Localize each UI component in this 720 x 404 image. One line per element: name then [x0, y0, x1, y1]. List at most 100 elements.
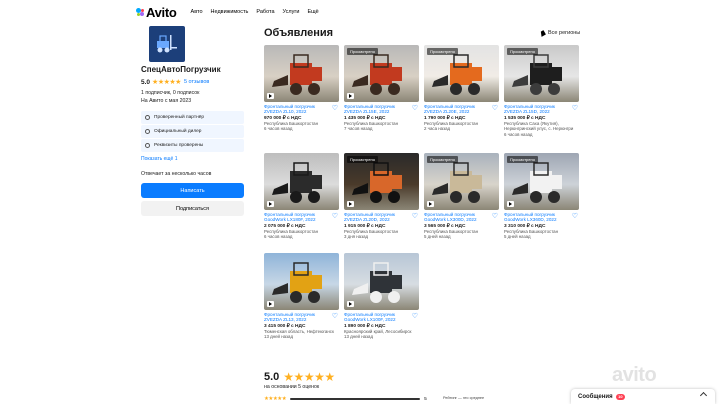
seller-badges: Проверенный партнёр Официальный дилер Ре…: [141, 111, 244, 152]
listing-card[interactable]: Просмотрено ♡ Фронтальный погрузчик GoodWo…: [504, 153, 579, 240]
listing-title[interactable]: Фронтальный погрузчик ZVEZDA ZL15D, 2022: [504, 104, 570, 115]
watermark-text: avito: [612, 364, 657, 386]
listing-card[interactable]: ♡ Фронтальный погрузчик ZVEZDA ZL13, 2022…: [264, 253, 339, 340]
rating-summary: 5.0 ★★★★★: [264, 370, 335, 384]
loader-image: [272, 262, 322, 303]
listing-photo[interactable]: Просмотрено: [504, 45, 579, 102]
reviews-link[interactable]: 5 отзывов: [184, 79, 209, 85]
nav-item-realty[interactable]: Недвижимость: [211, 9, 249, 15]
listing-title[interactable]: Фронтальный погрузчик ZVEZDA ZL20D, 2022: [344, 212, 410, 223]
favorite-heart-icon[interactable]: ♡: [332, 104, 338, 112]
listing-photo[interactable]: Просмотрено: [344, 153, 419, 210]
loader-image: [272, 54, 322, 95]
nav-item-auto[interactable]: Авто: [191, 9, 203, 15]
listing-photo[interactable]: Просмотрено: [504, 153, 579, 210]
listing-photo[interactable]: [264, 153, 339, 210]
location-arrow-icon: [539, 29, 546, 37]
loader-image: [352, 262, 402, 303]
listing-card[interactable]: Просмотрено ♡ Фронтальный погрузчик GoodWo…: [424, 153, 499, 240]
video-icon: [507, 201, 514, 207]
listing-photo[interactable]: [344, 253, 419, 310]
listing-card[interactable]: Просмотрено ♡ Фронтальный погрузчик ZVEZDA…: [504, 45, 579, 137]
listing-title[interactable]: Фронтальный погрузчик ZVEZDA ZL13, 2022: [264, 312, 330, 323]
video-icon: [347, 201, 354, 207]
viewed-badge: Просмотрено: [347, 48, 378, 55]
listing-time: 6 часов назад: [264, 234, 293, 240]
favorite-heart-icon[interactable]: ♡: [412, 104, 418, 112]
listing-title[interactable]: Фронтальный погрузчик ZVEZDA ZL15E, 2022: [344, 104, 410, 115]
badge-requisites-verified[interactable]: Реквизиты проверены: [141, 139, 244, 152]
avito-logo-text: Avito: [146, 4, 177, 20]
listing-title[interactable]: Фронтальный погрузчик GoodWork LX180F, 2…: [264, 212, 330, 223]
regions-label: Все регионы: [548, 30, 581, 36]
response-time: Отвечает за несколько часов: [141, 171, 212, 177]
write-button[interactable]: Написать: [141, 183, 244, 198]
check-icon: [145, 143, 150, 148]
seller-name: СпецАвтоПогрузчик: [141, 65, 221, 74]
listing-time: 5 дней назад: [424, 234, 451, 240]
favorite-heart-icon[interactable]: ♡: [572, 104, 578, 112]
page-title: Объявления: [264, 27, 334, 39]
listing-time: 13 дней назад: [264, 334, 294, 340]
seller-followers: 1 подписчик, 0 подписок: [141, 90, 200, 96]
check-icon: [145, 129, 150, 134]
listing-title[interactable]: Фронтальный погрузчик GoodWork LX100F, 2…: [344, 312, 410, 323]
badge-verified-partner[interactable]: Проверенный партнёр: [141, 111, 244, 124]
favorite-heart-icon[interactable]: ♡: [332, 312, 338, 320]
messages-count-badge: 10: [615, 393, 626, 400]
listing-photo[interactable]: [264, 253, 339, 310]
listing-card[interactable]: ♡ Фронтальный погрузчик ZVEZDA ZL10, 2022…: [264, 45, 339, 132]
badge-label: Официальный дилер: [154, 129, 202, 134]
nav-item-more[interactable]: Ещё: [307, 9, 318, 15]
video-icon: [427, 201, 434, 207]
favorite-heart-icon[interactable]: ♡: [492, 104, 498, 112]
favorite-heart-icon[interactable]: ♡: [492, 212, 498, 220]
favorite-heart-icon[interactable]: ♡: [412, 312, 418, 320]
messages-bar[interactable]: Сообщения 10: [571, 389, 715, 404]
viewed-badge: Просмотрено: [507, 156, 538, 163]
listing-photo[interactable]: Просмотрено: [344, 45, 419, 102]
seller-avatar[interactable]: [149, 26, 185, 62]
listing-card[interactable]: ♡ Фронтальный погрузчик GoodWork LX180F, …: [264, 153, 339, 240]
rating-stars-icon: ★★★★★: [152, 79, 181, 86]
seller-panel: СпецАвтоПогрузчик 5.0 ★★★★★ 5 отзывов 1 …: [141, 26, 244, 216]
listing-title[interactable]: Фронтальный погрузчик ZVEZDA ZL10, 2022: [264, 104, 330, 115]
rating-note: Рейтинг — это среднее: [443, 396, 485, 400]
nav-item-services[interactable]: Услуги: [283, 9, 300, 15]
loader-image: [272, 162, 322, 203]
favorite-heart-icon[interactable]: ♡: [332, 212, 338, 220]
seller-rating: 5.0 ★★★★★ 5 отзывов: [141, 78, 244, 87]
listing-title[interactable]: Фронтальный погрузчик ZVEZDA ZL20E, 2022: [424, 104, 490, 115]
avito-logo-icon: [136, 7, 145, 17]
badge-label: Проверенный партнёр: [154, 115, 205, 120]
listing-photo[interactable]: Просмотрено: [424, 153, 499, 210]
listing-photo[interactable]: Просмотрено: [424, 45, 499, 102]
listing-photo[interactable]: [264, 45, 339, 102]
regions-filter[interactable]: Все регионы: [539, 29, 581, 37]
listing-location: Республика Саха (Якутия), Нерюнгринский …: [504, 120, 574, 132]
forklift-logo-icon: [157, 35, 177, 53]
listing-time: 2 часа назад: [424, 126, 451, 132]
listing-title[interactable]: Фронтальный погрузчик GoodWork LX360D, 2…: [504, 212, 570, 223]
show-more-link[interactable]: Показать ещё 1: [141, 156, 244, 162]
subscribe-button[interactable]: Подписаться: [141, 201, 244, 216]
listing-time: 6 часов назад: [504, 131, 533, 137]
rating-bar-row: ★★★★★ 5: [264, 396, 427, 402]
listing-card[interactable]: Просмотрено ♡ Фронтальный погрузчик ZVEZDA…: [424, 45, 499, 132]
listing-time: 6 часов назад: [264, 126, 293, 132]
listing-title[interactable]: Фронтальный погрузчик GoodWork LX300D, 2…: [424, 212, 490, 223]
video-icon: [267, 301, 274, 307]
favorite-heart-icon[interactable]: ♡: [572, 212, 578, 220]
viewed-badge: Просмотрено: [347, 156, 378, 163]
rating-summary-stars-icon: ★★★★★: [283, 370, 335, 384]
avito-logo[interactable]: Avito: [136, 5, 177, 20]
listing-card[interactable]: Просмотрено ♡ Фронтальный погрузчик ZVEZDA…: [344, 153, 419, 240]
listing-card[interactable]: ♡ Фронтальный погрузчик GoodWork LX100F, …: [344, 253, 419, 340]
top-navigation: Avito Авто Недвижимость Работа Услуги Ещ…: [136, 5, 319, 20]
favorite-heart-icon[interactable]: ♡: [412, 212, 418, 220]
nav-item-jobs[interactable]: Работа: [256, 9, 274, 15]
listing-card[interactable]: Просмотрено ♡ Фронтальный погрузчик ZVEZDA…: [344, 45, 419, 132]
badge-official-dealer[interactable]: Официальный дилер: [141, 125, 244, 138]
rating-bar-count: 5: [424, 396, 427, 402]
chevron-up-icon[interactable]: [699, 391, 708, 400]
